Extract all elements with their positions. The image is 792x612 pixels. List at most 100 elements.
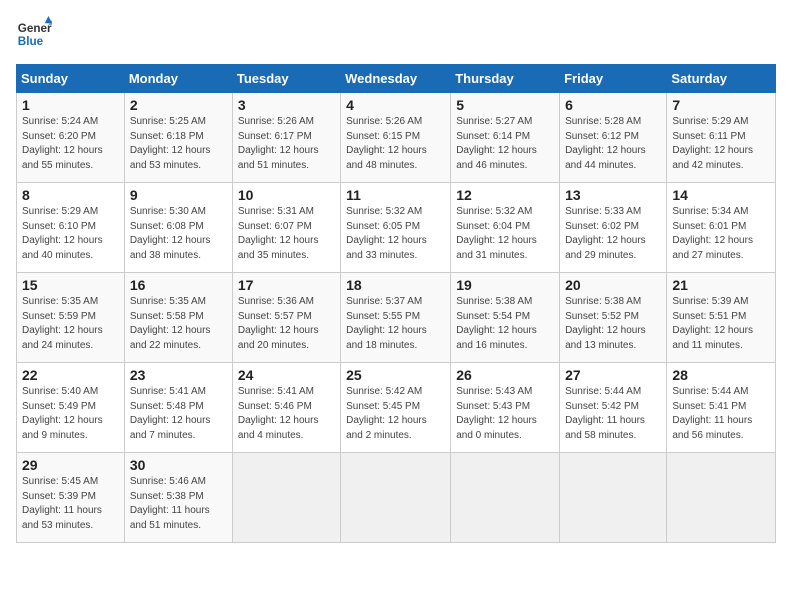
page-header: General Blue bbox=[16, 16, 776, 52]
weekday-header-tuesday: Tuesday bbox=[232, 65, 340, 93]
day-detail: Sunrise: 5:30 AM Sunset: 6:08 PM Dayligh… bbox=[130, 205, 227, 263]
calendar-cell: 15 Sunrise: 5:35 AM Sunset: 5:59 PM Dayli… bbox=[17, 273, 125, 363]
calendar-cell: 19Sunrise: 5:38 AM Sunset: 5:54 PM Dayli… bbox=[451, 273, 560, 363]
day-detail: Sunrise: 5:29 AM Sunset: 6:11 PM Dayligh… bbox=[672, 115, 770, 173]
day-number: 22 bbox=[22, 367, 119, 383]
calendar-cell: 6 Sunrise: 5:28 AM Sunset: 6:12 PM Daylig… bbox=[560, 93, 667, 183]
calendar-cell bbox=[232, 453, 340, 543]
day-number: 20 bbox=[565, 277, 661, 293]
calendar-cell: 25 Sunrise: 5:42 AM Sunset: 5:45 PM Dayli… bbox=[341, 363, 451, 453]
day-number: 6 bbox=[565, 97, 661, 113]
day-number: 21 bbox=[672, 277, 770, 293]
day-detail: Sunrise: 5:42 AM Sunset: 5:45 PM Dayligh… bbox=[346, 385, 445, 443]
day-number: 28 bbox=[672, 367, 770, 383]
svg-text:General: General bbox=[18, 22, 52, 35]
calendar-cell: 14 Sunrise: 5:34 AM Sunset: 6:01 PM Dayli… bbox=[667, 183, 776, 273]
calendar-cell bbox=[667, 453, 776, 543]
day-detail: Sunrise: 5:39 AM Sunset: 5:51 PM Dayligh… bbox=[672, 295, 770, 353]
day-number: 1 bbox=[22, 97, 119, 113]
day-detail: Sunrise: 5:32 AM Sunset: 6:04 PM Dayligh… bbox=[456, 205, 554, 263]
weekday-header-wednesday: Wednesday bbox=[341, 65, 451, 93]
day-detail: Sunrise: 5:31 AM Sunset: 6:07 PM Dayligh… bbox=[238, 205, 335, 263]
day-detail: Sunrise: 5:46 AM Sunset: 5:38 PM Dayligh… bbox=[130, 475, 227, 533]
day-detail: Sunrise: 5:41 AM Sunset: 5:48 PM Dayligh… bbox=[130, 385, 227, 443]
day-number: 24 bbox=[238, 367, 335, 383]
day-detail: Sunrise: 5:38 AM Sunset: 5:54 PM Dayligh… bbox=[456, 295, 554, 353]
calendar-cell: 22 Sunrise: 5:40 AM Sunset: 5:49 PM Dayli… bbox=[17, 363, 125, 453]
calendar-cell bbox=[451, 453, 560, 543]
day-number: 13 bbox=[565, 187, 661, 203]
day-detail: Sunrise: 5:43 AM Sunset: 5:43 PM Dayligh… bbox=[456, 385, 554, 443]
calendar-cell: 11 Sunrise: 5:32 AM Sunset: 6:05 PM Dayli… bbox=[341, 183, 451, 273]
day-number: 14 bbox=[672, 187, 770, 203]
calendar-table: SundayMondayTuesdayWednesdayThursdayFrid… bbox=[16, 64, 776, 543]
calendar-cell: 18 Sunrise: 5:37 AM Sunset: 5:55 PM Dayli… bbox=[341, 273, 451, 363]
day-number: 25 bbox=[346, 367, 445, 383]
calendar-cell: 9 Sunrise: 5:30 AM Sunset: 6:08 PM Daylig… bbox=[124, 183, 232, 273]
calendar-cell bbox=[341, 453, 451, 543]
day-number: 17 bbox=[238, 277, 335, 293]
calendar-cell: 10 Sunrise: 5:31 AM Sunset: 6:07 PM Dayli… bbox=[232, 183, 340, 273]
day-number: 7 bbox=[672, 97, 770, 113]
day-number: 26 bbox=[456, 367, 554, 383]
calendar-cell bbox=[560, 453, 667, 543]
day-number: 30 bbox=[130, 457, 227, 473]
logo: General Blue bbox=[16, 16, 52, 52]
day-detail: Sunrise: 5:44 AM Sunset: 5:42 PM Dayligh… bbox=[565, 385, 661, 443]
calendar-cell: 4 Sunrise: 5:26 AM Sunset: 6:15 PM Daylig… bbox=[341, 93, 451, 183]
calendar-cell: 1 Sunrise: 5:24 AM Sunset: 6:20 PM Daylig… bbox=[17, 93, 125, 183]
day-detail: Sunrise: 5:37 AM Sunset: 5:55 PM Dayligh… bbox=[346, 295, 445, 353]
day-detail: Sunrise: 5:44 AM Sunset: 5:41 PM Dayligh… bbox=[672, 385, 770, 443]
calendar-cell: 29 Sunrise: 5:45 AM Sunset: 5:39 PM Dayli… bbox=[17, 453, 125, 543]
day-number: 18 bbox=[346, 277, 445, 293]
day-detail: Sunrise: 5:32 AM Sunset: 6:05 PM Dayligh… bbox=[346, 205, 445, 263]
calendar-cell: 3 Sunrise: 5:26 AM Sunset: 6:17 PM Daylig… bbox=[232, 93, 340, 183]
calendar-cell: 24 Sunrise: 5:41 AM Sunset: 5:46 PM Dayli… bbox=[232, 363, 340, 453]
calendar-cell: 28 Sunrise: 5:44 AM Sunset: 5:41 PM Dayli… bbox=[667, 363, 776, 453]
day-detail: Sunrise: 5:27 AM Sunset: 6:14 PM Dayligh… bbox=[456, 115, 554, 173]
calendar-cell: 23 Sunrise: 5:41 AM Sunset: 5:48 PM Dayli… bbox=[124, 363, 232, 453]
day-number: 2 bbox=[130, 97, 227, 113]
day-detail: Sunrise: 5:26 AM Sunset: 6:15 PM Dayligh… bbox=[346, 115, 445, 173]
calendar-cell: 8Sunrise: 5:29 AM Sunset: 6:10 PM Daylig… bbox=[17, 183, 125, 273]
calendar-cell: 20 Sunrise: 5:38 AM Sunset: 5:52 PM Dayli… bbox=[560, 273, 667, 363]
day-number: 10 bbox=[238, 187, 335, 203]
calendar-cell: 2 Sunrise: 5:25 AM Sunset: 6:18 PM Daylig… bbox=[124, 93, 232, 183]
day-number: 4 bbox=[346, 97, 445, 113]
day-number: 29 bbox=[22, 457, 119, 473]
day-number: 12 bbox=[456, 187, 554, 203]
day-number: 3 bbox=[238, 97, 335, 113]
day-detail: Sunrise: 5:24 AM Sunset: 6:20 PM Dayligh… bbox=[22, 115, 119, 173]
day-detail: Sunrise: 5:35 AM Sunset: 5:59 PM Dayligh… bbox=[22, 295, 119, 353]
day-detail: Sunrise: 5:34 AM Sunset: 6:01 PM Dayligh… bbox=[672, 205, 770, 263]
day-number: 15 bbox=[22, 277, 119, 293]
day-detail: Sunrise: 5:40 AM Sunset: 5:49 PM Dayligh… bbox=[22, 385, 119, 443]
day-detail: Sunrise: 5:45 AM Sunset: 5:39 PM Dayligh… bbox=[22, 475, 119, 533]
day-number: 11 bbox=[346, 187, 445, 203]
day-detail: Sunrise: 5:41 AM Sunset: 5:46 PM Dayligh… bbox=[238, 385, 335, 443]
calendar-cell: 13Sunrise: 5:33 AM Sunset: 6:02 PM Dayli… bbox=[560, 183, 667, 273]
calendar-cell: 17 Sunrise: 5:36 AM Sunset: 5:57 PM Dayli… bbox=[232, 273, 340, 363]
day-number: 23 bbox=[130, 367, 227, 383]
calendar-cell: 27Sunrise: 5:44 AM Sunset: 5:42 PM Dayli… bbox=[560, 363, 667, 453]
calendar-cell: 16Sunrise: 5:35 AM Sunset: 5:58 PM Dayli… bbox=[124, 273, 232, 363]
logo-icon: General Blue bbox=[16, 16, 52, 52]
day-detail: Sunrise: 5:28 AM Sunset: 6:12 PM Dayligh… bbox=[565, 115, 661, 173]
weekday-header-monday: Monday bbox=[124, 65, 232, 93]
calendar-cell: 12 Sunrise: 5:32 AM Sunset: 6:04 PM Dayli… bbox=[451, 183, 560, 273]
day-detail: Sunrise: 5:38 AM Sunset: 5:52 PM Dayligh… bbox=[565, 295, 661, 353]
day-detail: Sunrise: 5:29 AM Sunset: 6:10 PM Dayligh… bbox=[22, 205, 119, 263]
weekday-header-saturday: Saturday bbox=[667, 65, 776, 93]
day-detail: Sunrise: 5:36 AM Sunset: 5:57 PM Dayligh… bbox=[238, 295, 335, 353]
day-detail: Sunrise: 5:25 AM Sunset: 6:18 PM Dayligh… bbox=[130, 115, 227, 173]
day-detail: Sunrise: 5:26 AM Sunset: 6:17 PM Dayligh… bbox=[238, 115, 335, 173]
calendar-cell: 7 Sunrise: 5:29 AM Sunset: 6:11 PM Daylig… bbox=[667, 93, 776, 183]
calendar-cell: 5 Sunrise: 5:27 AM Sunset: 6:14 PM Daylig… bbox=[451, 93, 560, 183]
day-number: 9 bbox=[130, 187, 227, 203]
svg-text:Blue: Blue bbox=[18, 35, 44, 48]
weekday-header-sunday: Sunday bbox=[17, 65, 125, 93]
day-number: 5 bbox=[456, 97, 554, 113]
calendar-cell: 21 Sunrise: 5:39 AM Sunset: 5:51 PM Dayli… bbox=[667, 273, 776, 363]
day-number: 16 bbox=[130, 277, 227, 293]
calendar-cell: 26 Sunrise: 5:43 AM Sunset: 5:43 PM Dayli… bbox=[451, 363, 560, 453]
